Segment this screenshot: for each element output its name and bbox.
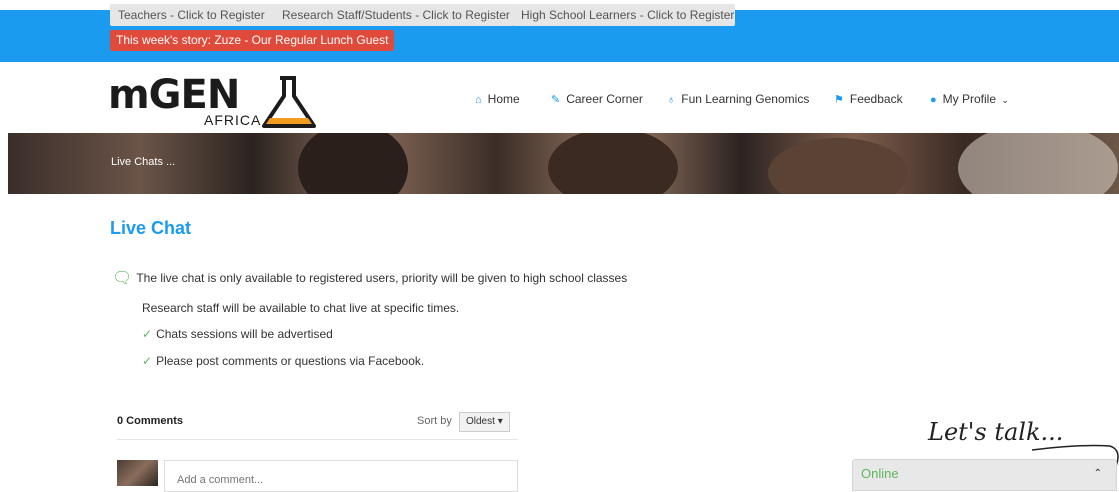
nav-home[interactable]: ⌂ Home <box>475 92 520 106</box>
comments-count: 0 Comments <box>117 415 184 427</box>
chat-bubbles-icon: 🗨 <box>112 270 133 287</box>
nav-feedback[interactable]: ⚑ Feedback <box>834 92 903 106</box>
flag-icon: ⚑ <box>834 94 844 106</box>
page-title: Live Chat <box>110 218 192 238</box>
nav-fun-learning-label: Fun Learning Genomics <box>681 92 810 106</box>
research-paragraph: Research staff will be available to chat… <box>142 301 460 315</box>
comment-input[interactable] <box>175 473 509 487</box>
banner-photo-shape <box>548 133 678 194</box>
site-header: mGEN AFRICA ⌂ Home ✎ Career Corner ♁ Fun Le… <box>0 62 1119 133</box>
comments-header: 0 Comments Sort by Oldest ▾ <box>117 409 518 440</box>
flask-icon: ✎ <box>551 94 561 106</box>
sort-select[interactable]: Oldest ▾ <box>459 412 510 432</box>
flask-logo-icon <box>262 76 316 128</box>
bullet-text: Chats sessions will be advertised <box>156 327 333 341</box>
intro-text: The live chat is only available to regis… <box>136 271 628 285</box>
nav-profile-label: My Profile <box>942 92 996 106</box>
intro-line: 🗨 The live chat is only available to regi… <box>112 268 627 288</box>
avatar <box>117 460 158 486</box>
bullet-item: ✓ Please post comments or questions via F… <box>142 354 424 368</box>
sort-value: Oldest <box>466 416 495 427</box>
online-status: Online <box>861 466 899 481</box>
sort-label: Sort by <box>417 415 452 427</box>
dna-icon: ♁ <box>667 94 676 106</box>
logo[interactable]: mGEN AFRICA <box>108 68 323 130</box>
nav-feedback-label: Feedback <box>849 92 903 106</box>
banner-photo-shape <box>768 138 908 194</box>
home-icon: ⌂ <box>475 94 482 106</box>
banner-photo-shape <box>958 133 1118 194</box>
comment-box[interactable] <box>164 460 518 492</box>
story-link[interactable]: This week's story: Zuze - Our Regular Lu… <box>110 30 395 51</box>
check-icon: ✓ <box>142 327 153 341</box>
nav-career-label: Career Corner <box>566 92 643 106</box>
logo-sub-text: AFRICA <box>204 112 262 128</box>
bullet-item: ✓ Chats sessions will be advertised <box>142 327 333 341</box>
register-teachers-button[interactable]: Teachers - Click to Register <box>110 4 278 26</box>
hero-banner: Live Chats ... <box>8 133 1119 194</box>
chevron-down-icon: ⌄ <box>1001 95 1009 105</box>
nav-my-profile[interactable]: ● My Profile ⌄ <box>930 92 1009 106</box>
register-research-button[interactable]: Research Staff/Students - Click to Regis… <box>274 4 514 26</box>
top-bar: Teachers - Click to Register Research St… <box>0 4 1119 62</box>
chevron-up-icon[interactable]: ⌃ <box>1094 468 1102 479</box>
user-icon: ● <box>930 94 937 106</box>
register-learners-button[interactable]: High School Learners - Click to Register <box>513 4 735 26</box>
banner-title: Live Chats ... <box>111 156 176 168</box>
banner-photo-shape <box>298 133 408 194</box>
nav-home-label: Home <box>487 92 520 106</box>
chat-online-bar[interactable]: Online ⌃ <box>852 459 1117 491</box>
caret-down-icon: ▾ <box>497 416 503 427</box>
nav-career-corner[interactable]: ✎ Career Corner <box>551 92 643 106</box>
nav-fun-learning[interactable]: ♁ Fun Learning Genomics <box>667 92 809 106</box>
bullet-text: Please post comments or questions via Fa… <box>156 354 425 368</box>
check-icon: ✓ <box>142 354 153 368</box>
